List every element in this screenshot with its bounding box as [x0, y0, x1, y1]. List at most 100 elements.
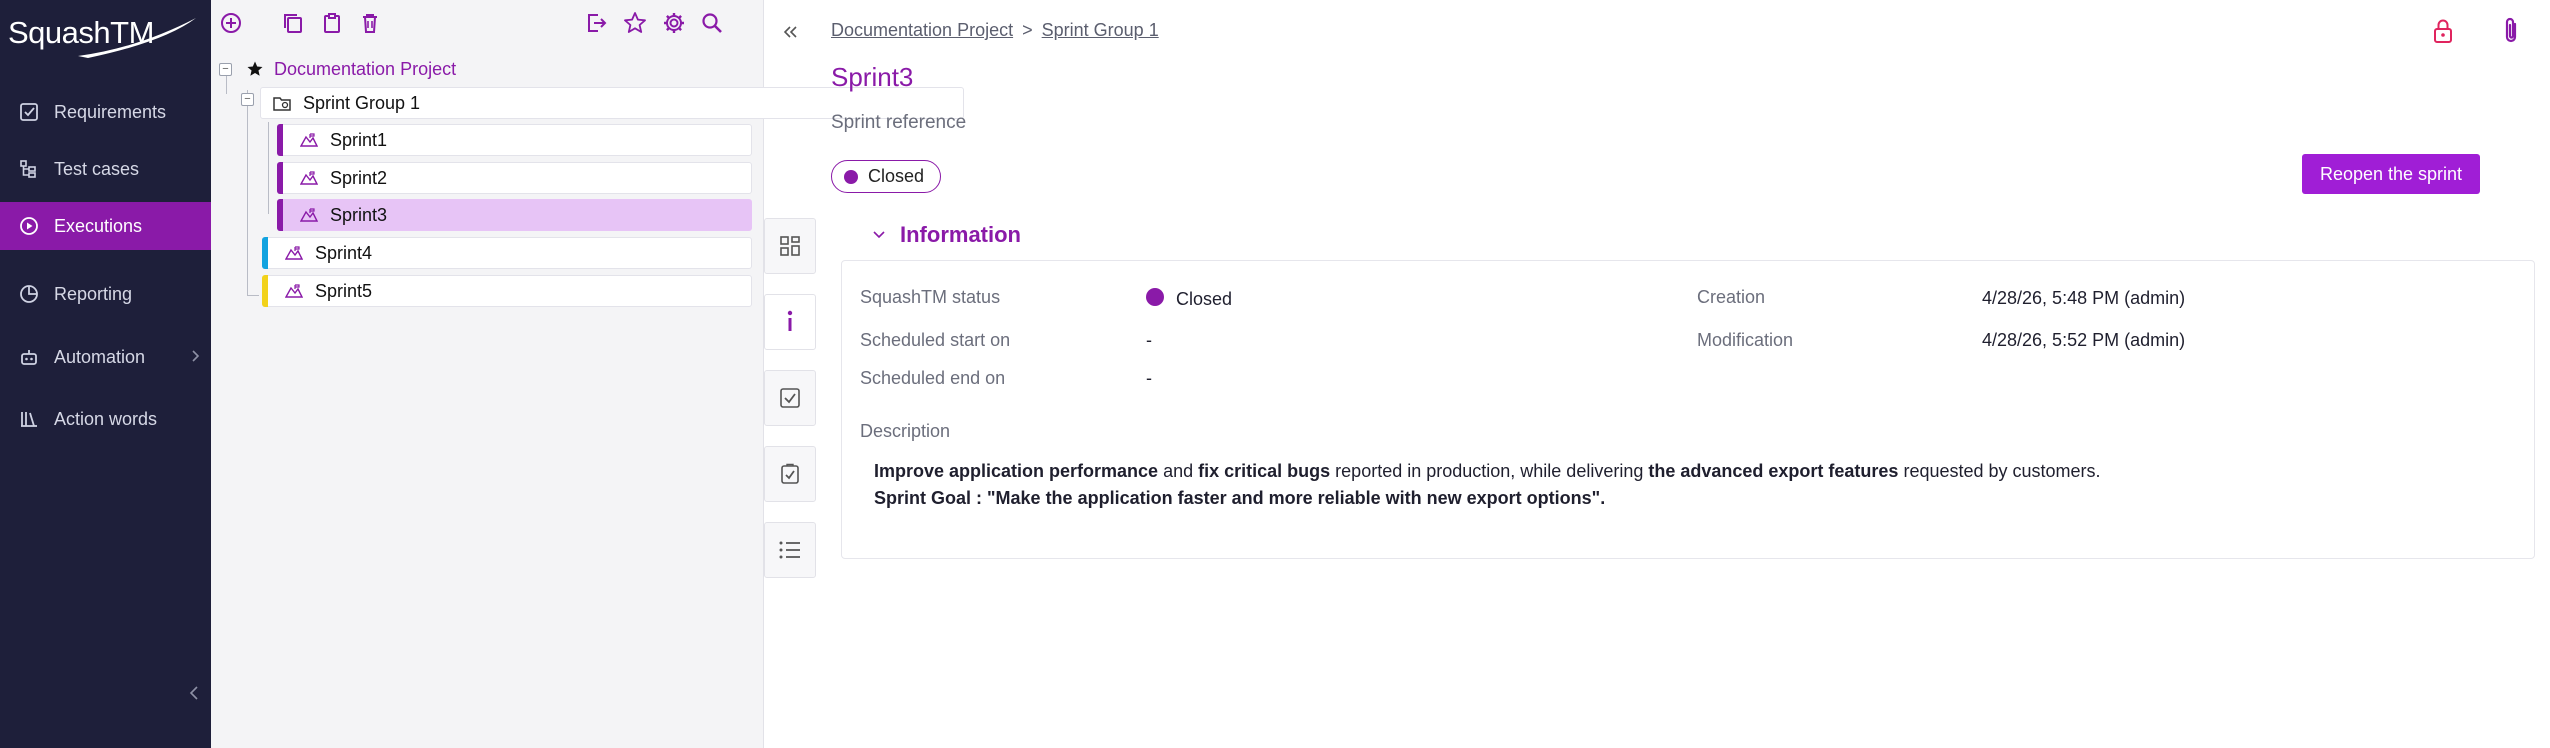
star-filled-icon	[246, 60, 264, 78]
project-label: Documentation Project	[274, 58, 457, 79]
reopen-sprint-button[interactable]: Reopen the sprint	[2302, 154, 2480, 194]
chevron-down-icon	[872, 230, 886, 240]
modification-value: 4/28/26, 5:52 PM (admin)	[1982, 330, 2186, 350]
info-icon	[778, 309, 802, 335]
export-icon[interactable]	[583, 10, 609, 36]
nav-item-label: Requirements	[54, 101, 167, 122]
sprint-label: Sprint3	[330, 204, 388, 225]
chevron-right-icon	[191, 347, 201, 368]
sprint-label: Sprint1	[330, 129, 388, 150]
breadcrumb-group-link[interactable]: Sprint Group 1	[1042, 20, 1159, 40]
tree-sprint-row[interactable]: Sprint5	[262, 275, 752, 307]
tree-project-row[interactable]: − Documentation Project	[219, 54, 456, 84]
nav-list: Requirements Test cases Executions Repor…	[0, 88, 211, 443]
nav-item-label: Executions	[54, 215, 143, 236]
end-date-value[interactable]: -	[1146, 368, 1152, 389]
breadcrumb: Documentation Project > Sprint Group 1	[831, 20, 1159, 41]
description-label: Description	[860, 421, 951, 441]
search-icon[interactable]	[699, 10, 725, 36]
tab-checklist[interactable]	[764, 370, 816, 426]
tab-list[interactable]	[764, 522, 816, 578]
nav-item-executions[interactable]: Executions	[0, 202, 211, 250]
tree-panel: − Documentation Project − Sprint Group 1…	[211, 0, 964, 748]
start-date-value[interactable]: -	[1146, 330, 1152, 351]
nav-item-automation[interactable]: Automation	[0, 333, 211, 381]
desc-text: reported in production, while delivering	[1330, 461, 1649, 481]
tree-sprint-row[interactable]: Sprint4	[262, 237, 752, 269]
list-icon	[778, 539, 802, 561]
nav-item-label: Test cases	[54, 158, 140, 179]
collapse-nav-icon[interactable]	[188, 682, 200, 709]
sprint-color-bar	[277, 162, 283, 194]
library-icon	[18, 408, 40, 430]
description-paragraph: Sprint Goal : "Make the application fast…	[874, 485, 2101, 512]
sprint-icon	[300, 207, 318, 223]
nav-item-label: Reporting	[54, 283, 133, 304]
nav-item-requirements[interactable]: Requirements	[0, 88, 211, 136]
logo: SquashTM	[8, 6, 196, 60]
checkbox-icon	[18, 101, 40, 123]
nav-item-label: Action words	[54, 408, 158, 429]
pie-chart-icon	[18, 283, 40, 305]
trash-icon[interactable]	[357, 10, 383, 36]
star-icon[interactable]	[622, 10, 648, 36]
section-title: Information	[900, 222, 1021, 247]
play-circle-icon	[18, 215, 40, 237]
tab-dashboard[interactable]	[764, 218, 816, 274]
sprint-label: Sprint2	[330, 167, 388, 188]
breadcrumb-separator: >	[1022, 20, 1033, 40]
tree-connector	[247, 90, 248, 295]
paste-icon[interactable]	[319, 10, 345, 36]
information-section-toggle[interactable]: Information	[872, 222, 1021, 248]
status-dot	[1146, 288, 1164, 306]
copy-icon[interactable]	[280, 10, 306, 36]
paperclip-icon[interactable]	[2500, 16, 2522, 51]
tree-toolbar	[211, 0, 764, 46]
page-title: Sprint3	[831, 62, 914, 92]
description-text[interactable]: Improve application performance and fix …	[874, 458, 2101, 512]
nav-item-action-words[interactable]: Action words	[0, 395, 211, 443]
desc-bold: Sprint Goal : "Make the application fast…	[874, 488, 1606, 508]
status-field-value: Closed	[1146, 288, 1232, 310]
tree-sprint-row[interactable]: Sprint1	[277, 124, 752, 156]
checkbox-icon	[779, 387, 801, 409]
sprint-icon	[300, 170, 318, 186]
creation-value: 4/28/26, 5:48 PM (admin)	[1982, 288, 2186, 308]
collapse-toggle-icon[interactable]: −	[241, 93, 254, 106]
sprint-color-bar	[262, 237, 268, 269]
sprint-color-bar	[262, 275, 268, 307]
sprint-icon	[285, 283, 303, 299]
tree-sprint-row[interactable]: Sprint2	[277, 162, 752, 194]
desc-bold: Improve application performance	[874, 461, 1159, 481]
sprint-label: Sprint4	[315, 242, 373, 263]
status-badge[interactable]: Closed	[831, 160, 942, 193]
tree-connector	[247, 295, 259, 296]
desc-bold: the advanced export features	[1648, 461, 1899, 481]
sprint-color-bar	[277, 124, 283, 156]
tab-test-plan[interactable]	[764, 446, 816, 502]
nav-item-label: Automation	[54, 346, 146, 367]
logo-swoosh-icon	[78, 18, 196, 58]
start-date-label: Scheduled start on	[860, 330, 1011, 350]
collapse-toggle-icon[interactable]: −	[219, 62, 232, 76]
tree-connector	[268, 122, 269, 214]
sprint-label: Sprint5	[315, 280, 373, 301]
tree-sprint-row-selected[interactable]: Sprint3	[277, 199, 752, 231]
breadcrumb-project-link[interactable]: Documentation Project	[831, 20, 1013, 40]
sprint-icon	[285, 245, 303, 261]
creation-label: Creation	[1697, 287, 1766, 307]
status-badge-label: Closed	[868, 166, 925, 186]
sprint-icon	[300, 132, 318, 148]
collapse-tree-icon[interactable]	[779, 20, 803, 44]
lock-icon[interactable]	[2432, 18, 2454, 49]
nav-item-reporting[interactable]: Reporting	[0, 270, 211, 318]
folder-sprint-icon	[273, 95, 291, 111]
desc-bold: fix critical bugs	[1198, 461, 1331, 481]
tab-information[interactable]	[764, 294, 816, 350]
modification-label: Modification	[1697, 330, 1794, 350]
nav-item-test-cases[interactable]: Test cases	[0, 145, 211, 193]
side-tabs	[764, 218, 818, 598]
gear-icon[interactable]	[661, 10, 687, 36]
clipboard-check-icon	[779, 463, 801, 485]
add-circle-icon[interactable]	[218, 10, 244, 36]
